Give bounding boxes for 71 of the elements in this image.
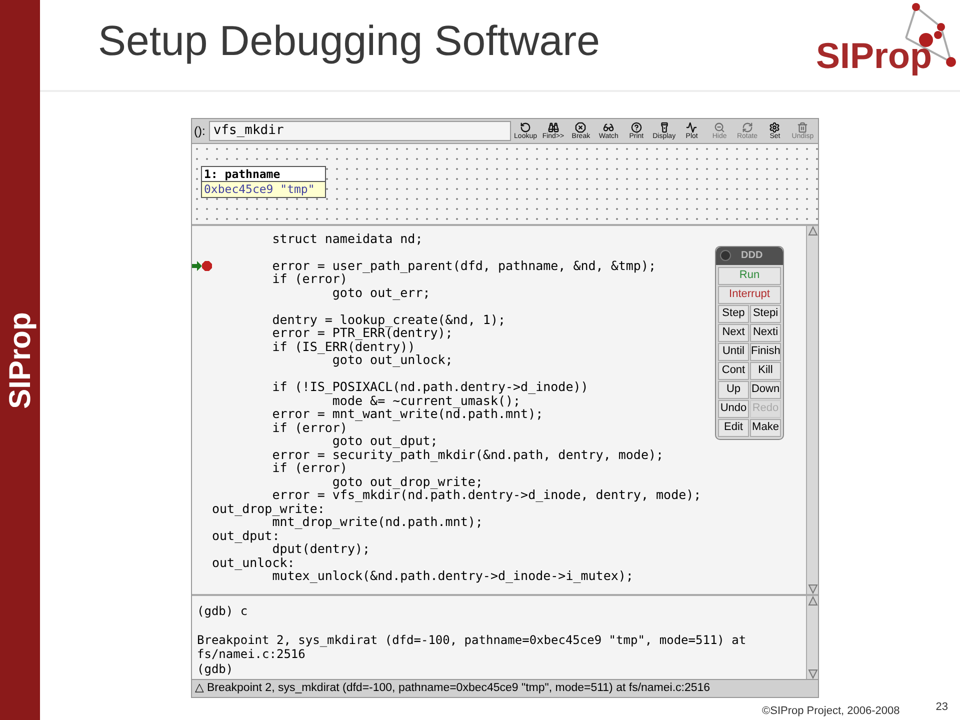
flashlight-icon: [658, 122, 670, 133]
code-line: if (error): [271, 461, 348, 475]
scroll-down-icon[interactable]: [808, 668, 818, 679]
binoculars-icon: [548, 122, 559, 133]
data-value: 0xbec45ce9 "tmp": [202, 182, 325, 197]
console-line: Breakpoint 2, sys_mkdirat (dfd=-100, pathname=0xbec45ce9 "tmp", mode=511) at: [197, 632, 748, 648]
plot-icon: [686, 122, 698, 133]
argument-label: ():: [194, 122, 206, 140]
code-line: struct nameidata nd;: [271, 232, 423, 246]
command-button[interactable]: Finish: [750, 342, 781, 361]
command-button[interactable]: Up: [718, 380, 749, 399]
command-button[interactable]: Kill: [750, 362, 781, 380]
status-text: Breakpoint 2, sys_mkdirat (dfd=-100, pathname=0xbec45ce9 "tmp", mode=511) at fs/namei.c:2516: [207, 680, 710, 696]
code-line: dentry = lookup_create(&nd, 1);: [271, 312, 506, 326]
rotate-icon: [742, 122, 753, 133]
scroll-up-icon[interactable]: [808, 226, 818, 236]
code-line: if (error): [271, 272, 348, 286]
gear-icon: [769, 122, 780, 133]
code-line: dput(dentry);: [272, 542, 370, 556]
console-line: (gdb) c: [197, 604, 249, 618]
command-button[interactable]: Make: [750, 418, 781, 437]
command-button[interactable]: Next: [718, 324, 749, 342]
trash-icon: [797, 122, 808, 133]
code-line: out_drop_write:: [212, 502, 325, 516]
console-line: fs/namei.c:2516: [197, 647, 306, 662]
code-line: goto out_unlock;: [332, 353, 453, 367]
code-line: error = PTR_ERR(dentry);: [271, 326, 453, 340]
argument-field[interactable]: vfs_mkdir: [209, 120, 512, 141]
code-line: error = vfs_mkdir(nd.path.dentry->d_inode, dentry, mode);: [271, 488, 702, 502]
logo-text: SIProp: [816, 38, 932, 74]
code-line: goto out_err;: [332, 286, 430, 300]
page-number: 23: [936, 700, 948, 715]
code-line: error = security_path_mkdir(&nd.path, dentry, mode);: [271, 448, 664, 462]
code-line: goto out_dput;: [332, 434, 438, 448]
close-icon[interactable]: [720, 250, 731, 262]
copyright: ©SIProp Project, 2006-2008: [762, 704, 900, 719]
command-button[interactable]: Edit: [718, 418, 749, 437]
code-line: out_dput:: [212, 528, 280, 542]
code-line: goto out_drop_write;: [332, 474, 483, 488]
code-line: mnt_drop_write(nd.path.mnt);: [272, 515, 483, 529]
command-button[interactable]: Stepi: [750, 304, 781, 323]
scrollbar[interactable]: [806, 596, 818, 679]
code-line: if (error): [271, 420, 348, 434]
scrollbar[interactable]: [806, 226, 818, 594]
code-line: mode &= ~current_umask();: [332, 394, 521, 408]
stop-sign-icon: [575, 122, 586, 133]
code-line: error = user_path_parent(dfd, pathname, &nd, &tmp);: [271, 258, 656, 272]
console-line: (gdb): [197, 662, 234, 676]
glasses-icon: [603, 122, 614, 133]
command-button[interactable]: Nexti: [750, 324, 781, 342]
code-line: mutex_unlock(&nd.path.dentry->d_inode->i_mutex);: [272, 569, 634, 583]
command-button[interactable]: Step: [718, 304, 749, 323]
command-button[interactable]: Cont: [718, 362, 749, 380]
command-button[interactable]: Undo: [718, 400, 749, 418]
side-logo: SIProp: [2, 312, 38, 408]
question-mark-icon: [630, 122, 642, 133]
command-button[interactable]: Until: [718, 342, 749, 361]
command-button[interactable]: Down: [750, 380, 781, 399]
command-button[interactable]: Interrupt: [718, 286, 781, 304]
scroll-down-icon[interactable]: [808, 584, 818, 594]
scroll-up-icon[interactable]: [808, 596, 818, 606]
code-line: if (IS_ERR(dentry)): [271, 340, 416, 354]
lookup-icon: [520, 122, 532, 133]
magnifier-icon: [714, 122, 726, 133]
code-line: out_unlock:: [212, 556, 295, 570]
code-line: error = mnt_want_write(nd.path.mnt);: [271, 407, 544, 421]
data-box[interactable]: 1: pathname 0xbec45ce9 "tmp": [201, 166, 326, 198]
code-line: if (!IS_POSIXACL(nd.path.dentry->d_inode)): [271, 380, 588, 394]
slide-title: Setup Debugging Software: [98, 20, 600, 62]
command-tool-title: DDD: [741, 249, 763, 264]
status-icon[interactable]: △: [195, 680, 204, 697]
